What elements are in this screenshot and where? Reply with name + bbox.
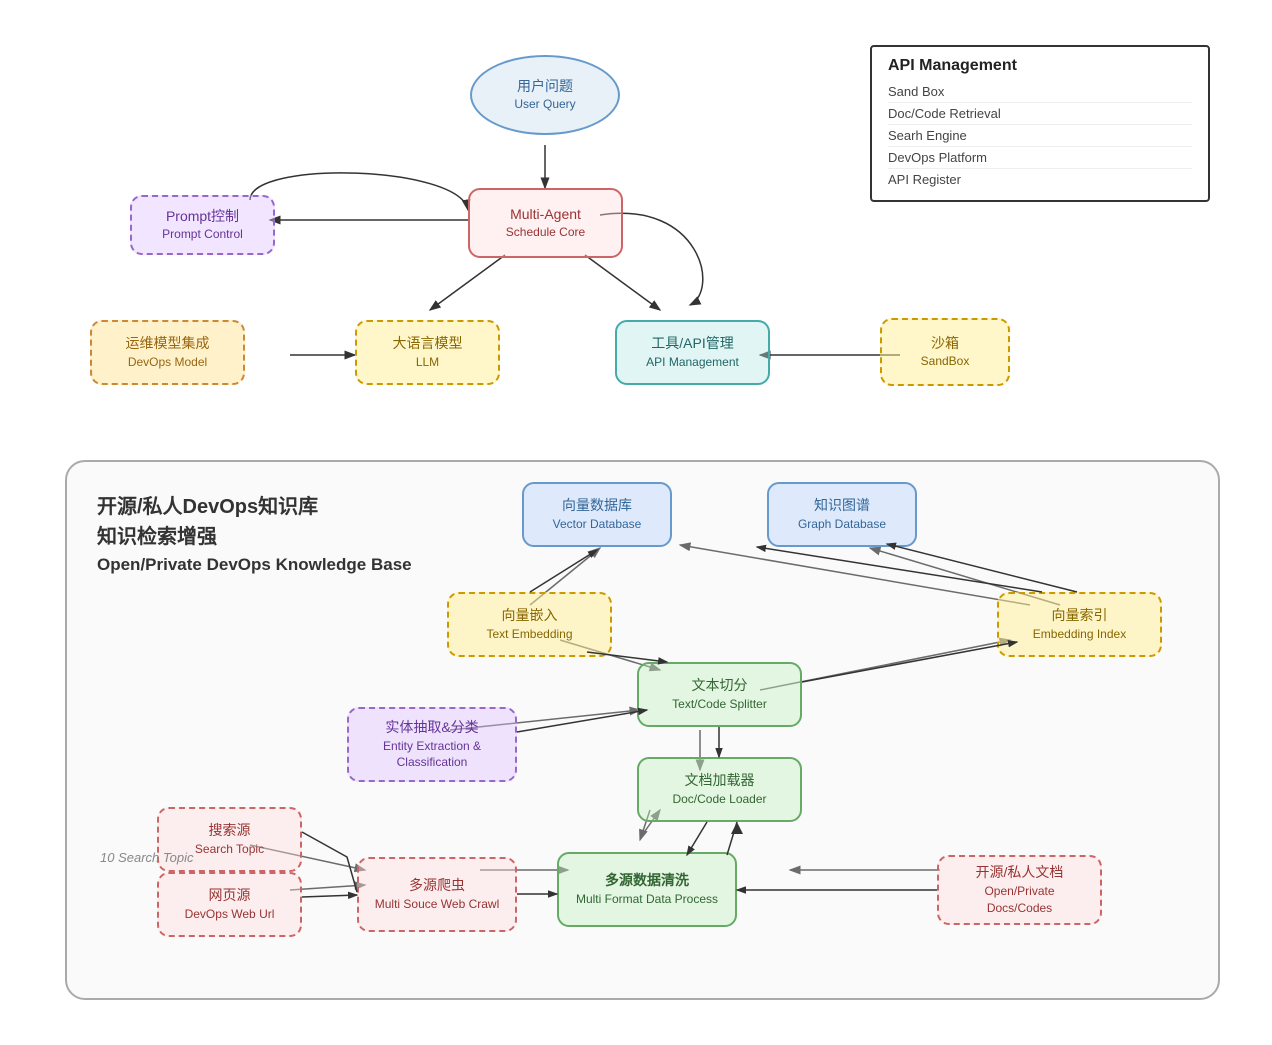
api-item-3: Searh Engine [888,125,1192,147]
embedding-index-node: 向量索引 Embedding Index [997,592,1162,657]
multi-source-crawl-node: 多源爬虫 Multi Souce Web Crawl [357,857,517,932]
entity-extraction-node: 实体抽取&分类 Entity Extraction & Classificati… [347,707,517,782]
text-splitter-node: 文本切分 Text/Code Splitter [637,662,802,727]
kb-container: 开源/私人DevOps知识库 知识检索增强 Open/Private DevOp… [65,460,1220,1000]
devops-model-node: 运维模型集成 DevOps Model [90,320,245,385]
llm-node: 大语言模型 LLM [355,320,500,385]
data-process-node: 多源数据清洗 Multi Format Data Process [557,852,737,927]
open-private-docs-node: 开源/私人文档 Open/Private Docs/Codes [937,855,1102,925]
text-embedding-node: 向量嵌入 Text Embedding [447,592,612,657]
search-topic-count: 10 Search Topic [100,850,193,865]
web-url-node: 网页源 DevOps Web Url [157,872,302,937]
api-item-2: Doc/Code Retrieval [888,103,1192,125]
api-management-panel: API Management Sand Box Doc/Code Retriev… [870,45,1210,202]
api-item-5: API Register [888,169,1192,190]
api-panel-list: Sand Box Doc/Code Retrieval Searh Engine… [888,81,1192,190]
prompt-control-node: Prompt控制 Prompt Control [130,195,275,255]
api-item-1: Sand Box [888,81,1192,103]
doc-loader-node: 文档加载器 Doc/Code Loader [637,757,802,822]
user-query-node: 用户问题 User Query [470,55,620,135]
api-management-node: 工具/API管理 API Management [615,320,770,385]
api-item-4: DevOps Platform [888,147,1192,169]
kb-title: 开源/私人DevOps知识库 知识检索增强 Open/Private DevOp… [97,492,412,578]
diagram-container: 用户问题 User Query Multi-Agent Schedule Cor… [0,0,1272,1045]
vector-db-node: 向量数据库 Vector Database [522,482,672,547]
graph-db-node: 知识图谱 Graph Database [767,482,917,547]
sandbox-node: 沙箱 SandBox [880,318,1010,386]
multi-agent-node: Multi-Agent Schedule Core [468,188,623,258]
api-panel-title: API Management [888,57,1192,75]
